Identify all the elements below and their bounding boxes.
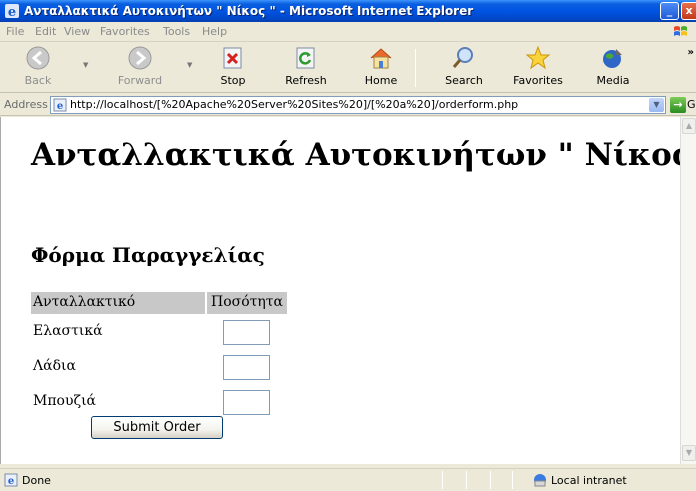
form-title: Φόρμα Παραγγελίας: [31, 243, 265, 267]
menu-edit[interactable]: Edit: [35, 25, 56, 38]
close-icon: x: [685, 4, 693, 17]
status-bar: e Done Local intranet: [0, 468, 696, 491]
row-label-tires: Ελαστικά: [33, 323, 103, 339]
menu-help[interactable]: Help: [202, 25, 227, 38]
status-divider: [512, 471, 513, 489]
refresh-icon: [296, 47, 315, 69]
back-arrow-icon: [26, 46, 50, 70]
search-label: Search: [445, 74, 483, 87]
scroll-up-icon: ▲: [685, 121, 693, 130]
stop-button[interactable]: Stop: [218, 45, 248, 87]
local-intranet-icon: [534, 474, 546, 487]
go-label[interactable]: Go: [687, 98, 696, 111]
menu-bar: File Edit View Favorites Tools Help: [0, 22, 696, 42]
refresh-button[interactable]: Refresh: [284, 45, 328, 87]
page-title: Ανταλλακτικά Αυτοκινήτων " Νίκος ": [31, 137, 680, 173]
minimize-icon: _: [666, 4, 673, 17]
search-icon: [452, 47, 473, 68]
minimize-button[interactable]: _: [660, 2, 679, 20]
favorites-label: Favorites: [513, 74, 563, 87]
ie-logo-icon: e: [5, 4, 19, 19]
go-button[interactable]: →: [670, 97, 686, 113]
media-button[interactable]: Media: [596, 45, 630, 87]
back-button[interactable]: Back: [18, 45, 58, 87]
address-url: http://localhost/[%20Apache%20Server%20S…: [70, 98, 519, 111]
favorites-button[interactable]: Favorites: [512, 45, 564, 87]
toolbar-more-chevron-icon[interactable]: »: [688, 47, 694, 58]
browser-window: e Ανταλλακτικά Αυτοκινήτων " Νίκος " - M…: [0, 0, 696, 491]
address-bar: Address e http://localhost/[%20Apache%20…: [0, 94, 696, 116]
search-button[interactable]: Search: [442, 45, 486, 87]
menu-view[interactable]: View: [64, 25, 90, 38]
forward-history-arrow-icon[interactable]: ▼: [187, 61, 192, 69]
media-icon: [603, 49, 622, 68]
chevron-down-icon: ▼: [653, 100, 660, 109]
go-arrow-icon: →: [673, 98, 683, 111]
home-button[interactable]: Home: [364, 45, 398, 87]
page-ie-icon: e: [53, 98, 67, 112]
windows-flag-icon: [674, 26, 687, 36]
security-zone-text: Local intranet: [551, 474, 627, 487]
refresh-label: Refresh: [285, 74, 327, 87]
address-input[interactable]: e http://localhost/[%20Apache%20Server%2…: [50, 96, 666, 114]
toolbar-separator: [415, 49, 416, 87]
status-divider: [466, 471, 467, 489]
back-history-arrow-icon[interactable]: ▼: [83, 61, 88, 69]
close-button[interactable]: x: [681, 2, 696, 20]
forward-arrow-icon: [128, 46, 152, 70]
table-header-part: Ανταλλακτικό: [31, 292, 205, 314]
stop-icon: [223, 47, 242, 69]
home-label: Home: [364, 74, 398, 87]
row-label-oil: Λάδια: [33, 358, 76, 374]
scroll-down-icon: ▼: [685, 448, 693, 457]
submit-order-button[interactable]: Submit Order: [91, 416, 223, 439]
page-content: Ανταλλακτικά Αυτοκινήτων " Νίκος " Φόρμα…: [0, 117, 680, 464]
scroll-down-button[interactable]: ▼: [682, 445, 696, 461]
address-dropdown-button[interactable]: ▼: [649, 98, 664, 112]
menu-favorites[interactable]: Favorites: [100, 25, 150, 38]
menu-tools[interactable]: Tools: [163, 25, 190, 38]
standard-toolbar: Back ▼ Forward ▼ Stop Refresh Home Searc…: [0, 43, 696, 93]
row-label-spark-plugs: Μπουζιά: [33, 393, 97, 409]
status-divider: [442, 471, 443, 489]
vertical-scrollbar[interactable]: ▲ ▼: [680, 117, 696, 464]
page-done-icon: e: [4, 473, 18, 487]
table-header-quantity: Ποσότητα: [207, 292, 287, 314]
svg-text:e: e: [8, 5, 16, 19]
menu-file[interactable]: File: [6, 25, 24, 38]
scroll-up-button[interactable]: ▲: [682, 118, 696, 134]
svg-text:e: e: [57, 101, 63, 112]
status-text: Done: [22, 474, 51, 487]
address-label: Address: [4, 98, 48, 111]
forward-button[interactable]: Forward: [112, 45, 168, 87]
forward-label: Forward: [117, 74, 163, 87]
back-label: Back: [24, 74, 52, 87]
stop-label: Stop: [220, 74, 246, 87]
quantity-input-tires[interactable]: [223, 320, 270, 345]
svg-text:e: e: [8, 476, 14, 487]
home-icon: [370, 48, 392, 69]
title-bar[interactable]: e Ανταλλακτικά Αυτοκινήτων " Νίκος " - M…: [0, 0, 696, 22]
media-label: Media: [596, 74, 630, 87]
favorites-star-icon: [525, 45, 551, 70]
status-divider: [490, 471, 491, 489]
quantity-input-spark-plugs[interactable]: [223, 390, 270, 415]
quantity-input-oil[interactable]: [223, 355, 270, 380]
window-title: Ανταλλακτικά Αυτοκινήτων " Νίκος " - Mic…: [24, 4, 474, 18]
